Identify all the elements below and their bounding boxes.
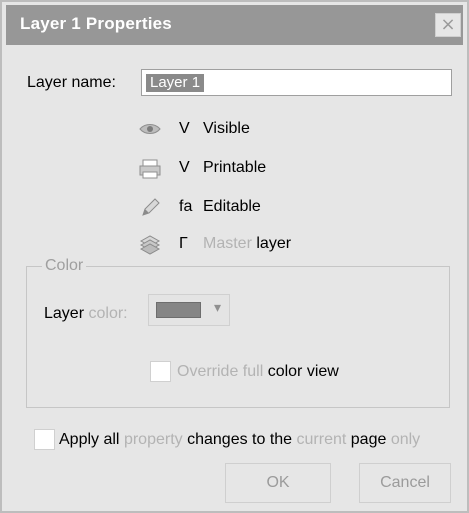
apply-all-part-5: page [350, 431, 387, 448]
apply-all-part-1: Apply all [59, 431, 120, 448]
layer-color-label-right: color: [88, 305, 128, 322]
master-layer-label: Master layer [203, 235, 291, 253]
chevron-down-icon: ▾ [213, 300, 221, 316]
layer-name-label: Layer name: [27, 74, 116, 91]
apply-all-checkbox[interactable] [34, 429, 55, 450]
eye-icon [137, 118, 163, 142]
color-group-title: Color [42, 257, 87, 275]
editable-label: Editable [203, 198, 261, 215]
cancel-button[interactable]: Cancel [359, 463, 451, 503]
visible-check-mark: V [179, 120, 190, 137]
override-full-color-view-checkbox[interactable] [150, 361, 171, 382]
layer-color-picker[interactable]: ▾ [148, 294, 230, 326]
color-group-box [26, 266, 450, 408]
apply-all-label: Apply all property changes to the curren… [59, 431, 420, 449]
apply-all-part-4: current [296, 431, 347, 448]
printable-label: Printable [203, 159, 267, 176]
override-label-normal: color view [267, 363, 339, 380]
title-bar[interactable]: Layer 1 Properties × [6, 5, 463, 45]
printable-check-mark: V [179, 159, 190, 176]
ok-button[interactable]: OK [225, 463, 331, 503]
master-label-muted: Master [203, 235, 252, 252]
layers-icon [137, 233, 163, 257]
layer-name-input[interactable]: Layer 1 [141, 69, 452, 96]
master-label-normal: layer [256, 235, 292, 252]
layer-properties-dialog: Layer 1 Properties × Layer name: Layer 1… [0, 0, 469, 513]
layer-color-swatch [156, 302, 201, 318]
apply-all-part-2: property [123, 431, 183, 448]
pencil-icon [137, 196, 163, 220]
layer-name-value: Layer 1 [146, 74, 205, 92]
close-button[interactable]: × [435, 13, 461, 37]
master-layer-check-mark: Γ [179, 235, 188, 252]
visible-label: Visible [203, 120, 250, 137]
apply-all-part-3: changes to the [187, 431, 293, 448]
layer-color-label: Layer color: [44, 305, 128, 323]
apply-all-part-6: only [390, 431, 421, 448]
override-label-muted: Override full [177, 363, 264, 380]
override-full-color-view-label: Override full color view [177, 363, 339, 381]
layer-color-label-left: Layer [44, 305, 85, 322]
dialog-title: Layer 1 Properties [20, 14, 172, 33]
editable-check-mark: fa [179, 198, 193, 215]
printer-icon [137, 157, 163, 181]
